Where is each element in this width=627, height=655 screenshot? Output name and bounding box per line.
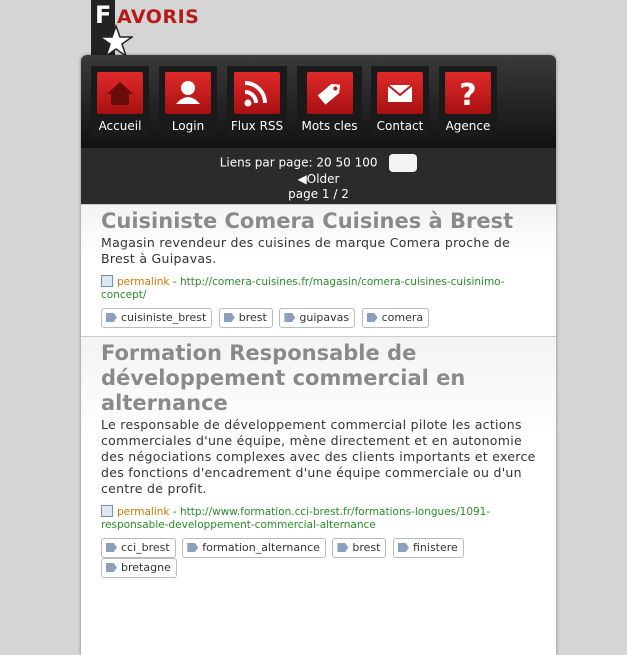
entry-description: Le responsable de développement commerci… bbox=[101, 417, 536, 496]
nav-label: Login bbox=[171, 119, 205, 133]
per-page-20[interactable]: 20 bbox=[316, 156, 331, 170]
entry-permalink-row: permalink - http://comera-cuisines.fr/ma… bbox=[101, 275, 544, 302]
nav-agence[interactable]: ? Agence bbox=[439, 66, 497, 138]
main-panel: Accueil Login Flux RSS Mots cles Contact bbox=[81, 55, 556, 655]
tag-icon bbox=[106, 543, 117, 552]
entry-title[interactable]: Cuisiniste Comera Cuisines à Brest bbox=[101, 209, 544, 234]
tag[interactable]: guipavas bbox=[279, 308, 356, 328]
nav-accueil[interactable]: Accueil bbox=[91, 66, 149, 138]
tag-icon bbox=[284, 313, 296, 322]
tag-icon bbox=[106, 563, 117, 572]
links-per-page-label: Liens par page: bbox=[219, 155, 313, 170]
tag[interactable]: brest bbox=[332, 538, 387, 558]
mail-icon bbox=[377, 72, 423, 114]
tag-label: brest bbox=[238, 311, 267, 324]
nav-label: Agence bbox=[445, 119, 491, 133]
page-indicator: page 1 / 2 bbox=[288, 187, 349, 201]
nav-mots-cles[interactable]: Mots cles bbox=[297, 66, 362, 138]
rss-icon bbox=[234, 72, 280, 114]
tag-list: cci_brest formation_alternance brest fin… bbox=[101, 538, 544, 578]
bookmark-entry: Formation Responsable de développement c… bbox=[81, 336, 556, 586]
tag[interactable]: cci_brest bbox=[101, 538, 176, 558]
tag-icon bbox=[106, 313, 117, 322]
entry-permalink-row: permalink - http://www.formation.cci-bre… bbox=[101, 505, 544, 532]
tag-list: cuisiniste_brest brest guipavas comera bbox=[101, 308, 544, 328]
tag-label: guipavas bbox=[299, 311, 350, 324]
tag-icon bbox=[187, 543, 199, 552]
entry-description: Magasin revendeur des cuisines de marque… bbox=[101, 235, 511, 266]
tag[interactable]: cuisiniste_brest bbox=[101, 308, 213, 328]
user-icon bbox=[165, 72, 211, 114]
tag-label: brest bbox=[352, 541, 381, 554]
nav-label: Flux RSS bbox=[230, 119, 284, 133]
per-page-50[interactable]: 50 bbox=[335, 156, 350, 170]
nav-label: Mots cles bbox=[301, 119, 358, 133]
qrcode-icon[interactable] bbox=[101, 275, 113, 287]
question-icon: ? bbox=[445, 72, 491, 114]
nav-label: Contact bbox=[376, 119, 424, 133]
tag-icon bbox=[306, 72, 353, 114]
nav-rss[interactable]: Flux RSS bbox=[227, 66, 287, 138]
nav-bar: Accueil Login Flux RSS Mots cles Contact bbox=[81, 55, 556, 148]
tag-label: finistere bbox=[412, 541, 458, 554]
tag-icon bbox=[223, 313, 235, 322]
tag-label: bretagne bbox=[121, 561, 171, 574]
qrcode-icon[interactable] bbox=[101, 505, 113, 517]
per-page-100[interactable]: 100 bbox=[355, 156, 378, 170]
star-icon bbox=[99, 24, 133, 58]
tag-icon bbox=[397, 543, 409, 552]
older-link[interactable]: ◀Older bbox=[81, 172, 556, 187]
nav-label: Accueil bbox=[98, 119, 142, 133]
tag-icon bbox=[366, 313, 378, 322]
tag-label: cci_brest bbox=[121, 541, 170, 554]
nav-login[interactable]: Login bbox=[159, 66, 217, 138]
tag-label: cuisiniste_brest bbox=[121, 311, 207, 324]
pagination: Liens par page: 20 50 100 ◀Older page 1 … bbox=[81, 148, 556, 204]
site-logo[interactable]: F AVORIS bbox=[91, 0, 201, 58]
tag[interactable]: formation_alternance bbox=[182, 538, 326, 558]
home-icon bbox=[97, 72, 143, 114]
links-per-page: Liens par page: 20 50 100 bbox=[81, 154, 556, 172]
tag-label: formation_alternance bbox=[202, 541, 320, 554]
tag-icon bbox=[337, 543, 349, 552]
tag[interactable]: brest bbox=[218, 308, 273, 328]
tag[interactable]: finistere bbox=[392, 538, 464, 558]
tag[interactable]: comera bbox=[361, 308, 430, 328]
bookmark-entry: Cuisiniste Comera Cuisines à Brest Magas… bbox=[81, 204, 556, 336]
permalink-link[interactable]: permalink bbox=[117, 506, 170, 518]
entry-title[interactable]: Formation Responsable de développement c… bbox=[101, 341, 544, 416]
permalink-link[interactable]: permalink bbox=[117, 276, 170, 288]
svg-text:?: ? bbox=[459, 78, 476, 113]
per-page-input[interactable] bbox=[389, 154, 418, 172]
tag[interactable]: bretagne bbox=[101, 558, 177, 578]
nav-contact[interactable]: Contact bbox=[371, 66, 429, 138]
tag-label: comera bbox=[381, 311, 424, 324]
